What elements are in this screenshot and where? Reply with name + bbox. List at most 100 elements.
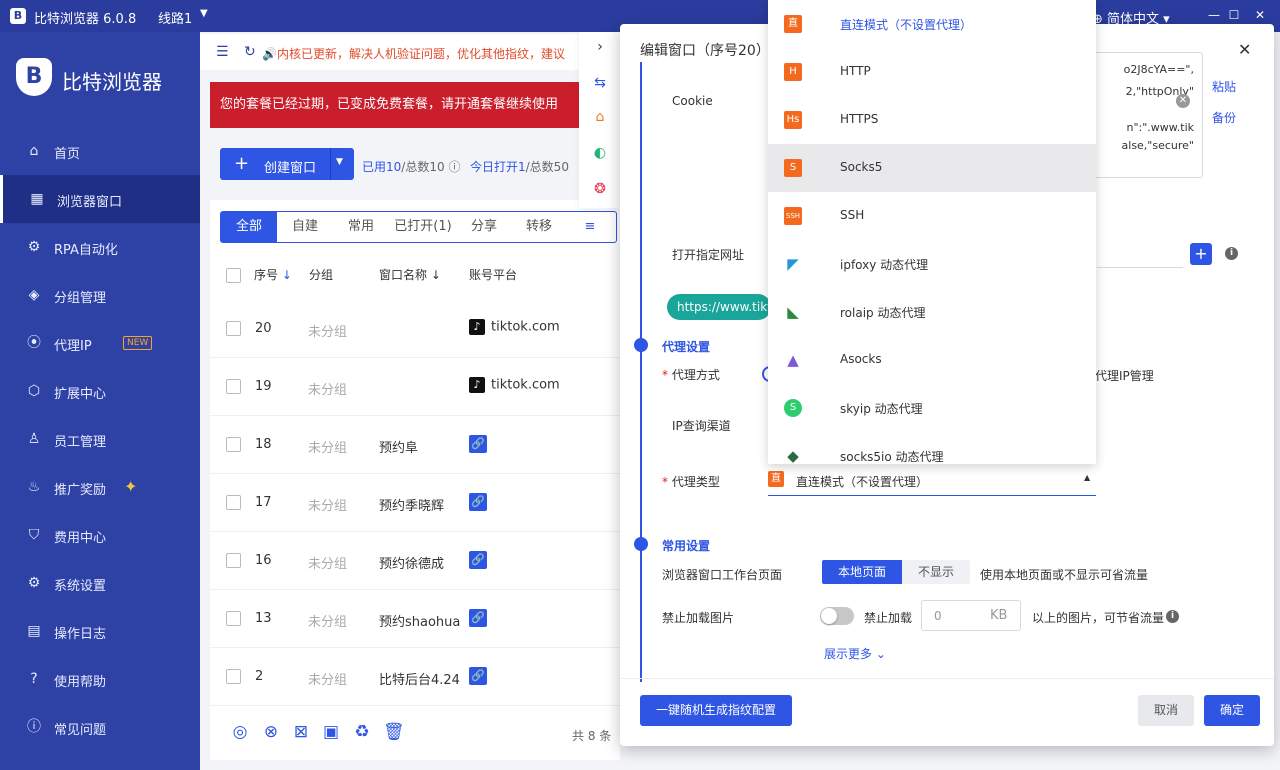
sidebar-item-proxy-ip[interactable]: ⦿ 代理IP NEW (0, 319, 200, 367)
sidebar-item-rewards[interactable]: ♨ 推广奖励 ✦ (0, 463, 200, 511)
sync-window-icon[interactable]: ⇆ (591, 74, 609, 92)
row-checkbox[interactable] (226, 379, 241, 394)
sidebar-item-staff[interactable]: ♙ 员工管理 (0, 415, 200, 463)
used-total: /总数10 (401, 160, 445, 174)
table-row[interactable]: 13 未分组 预约shaohua 🔗 (210, 590, 620, 648)
ip-management-link[interactable]: 代理IP管理 (1095, 367, 1154, 384)
table-row[interactable]: 16 未分组 预约徐德成 🔗 (210, 532, 620, 590)
option-skyip[interactable]: Sskyip 动态代理 (768, 384, 1096, 432)
line-selector[interactable]: 线路1 (158, 8, 192, 27)
option-asocks[interactable]: ▲ Asocks (768, 336, 1096, 384)
select-all-checkbox[interactable] (226, 268, 241, 283)
toggle-icon[interactable]: ◐ (591, 144, 609, 162)
sidebar-item-extensions[interactable]: ⬡ 扩展中心 (0, 367, 200, 415)
column-header-name[interactable]: 窗口名称 ↓ (379, 266, 441, 283)
row-checkbox[interactable] (226, 669, 241, 684)
cancel-button[interactable]: 取消 (1138, 695, 1194, 726)
table-row[interactable]: 18 未分组 预约阜 🔗 (210, 416, 620, 474)
proxy-mode-label: * 代理方式 (662, 368, 720, 382)
link-icon[interactable]: 🔗 (469, 609, 487, 627)
show-more-link[interactable]: 展示更多 ⌄ (824, 645, 886, 662)
maximize-icon[interactable]: ☐ (1226, 7, 1242, 23)
block-images-toggle[interactable] (820, 607, 854, 625)
sidebar-item-rpa[interactable]: ⚙ RPA自动化 (0, 223, 200, 271)
https-icon: Hs (784, 111, 802, 129)
sort-icon[interactable]: ≡ (567, 212, 613, 242)
trash-icon[interactable]: 🗑 (383, 722, 405, 742)
option-label: 直连模式（不设置代理） (840, 18, 973, 32)
clear-icon[interactable]: ✕ (1176, 94, 1190, 108)
link-icon[interactable]: 🔗 (469, 667, 487, 685)
generate-fingerprint-button[interactable]: 一键随机生成指纹配置 (640, 695, 792, 726)
tab-all[interactable]: 全部 (221, 212, 277, 242)
sidebar-item-help[interactable]: ? 使用帮助 (0, 655, 200, 703)
tab-common[interactable]: 常用 (333, 212, 389, 242)
column-header-number[interactable]: 序号 ↓ (254, 266, 292, 283)
tab-transfer[interactable]: 转移 (511, 212, 567, 242)
sidebar-item-browser-windows[interactable]: ▦ 浏览器窗口 (0, 175, 200, 223)
row-checkbox[interactable] (226, 553, 241, 568)
confirm-button[interactable]: 确定 (1204, 695, 1260, 726)
refresh-icon[interactable]: ↻ (244, 44, 256, 60)
sidebar-item-faq[interactable]: ⓘ 常见问题 (0, 703, 200, 751)
sidebar-item-logs[interactable]: ▤ 操作日志 (0, 607, 200, 655)
tab-shared[interactable]: 分享 (457, 212, 511, 242)
chevron-down-icon[interactable]: ▼ (336, 157, 343, 167)
fingerprint-icon[interactable]: ❂ (591, 180, 609, 198)
window-icon[interactable]: ▣ (321, 722, 341, 742)
table-row[interactable]: 17 未分组 预约季晓辉 🔗 (210, 474, 620, 532)
paste-link[interactable]: 粘贴 (1212, 78, 1236, 95)
row-checkbox[interactable] (226, 495, 241, 510)
link-icon[interactable]: 🔗 (469, 435, 487, 453)
minimize-icon[interactable]: — (1206, 7, 1222, 23)
option-ssh[interactable]: SSH SSH (768, 192, 1096, 240)
proxy-type-select[interactable]: 直 直连模式（不设置代理） ▲ (768, 468, 1096, 496)
option-socks5[interactable]: S Socks5 (768, 144, 1096, 192)
option-socks5io[interactable]: ◆ socks5io 动态代理 (768, 432, 1096, 464)
row-checkbox[interactable] (226, 437, 241, 452)
chevron-down-icon[interactable]: ▼ (200, 8, 208, 19)
table-row[interactable]: 20 未分组 ♪ tiktok.com (210, 300, 620, 358)
workbench-local-option[interactable]: 本地页面 (822, 560, 902, 584)
close-window-icon[interactable]: ✕ (1252, 7, 1268, 23)
link-icon[interactable]: 🔗 (469, 551, 487, 569)
option-rolaip[interactable]: ◣ rolaip 动态代理 (768, 288, 1096, 336)
close-circle-icon[interactable]: ⊗ (261, 722, 281, 742)
trash-restore-icon[interactable]: ♻ (352, 722, 372, 742)
cookie-textarea[interactable]: o2J8cYA==", 2,"httpOnly" n":".www.tik al… (1085, 52, 1203, 178)
sidebar-item-label: 使用帮助 (54, 675, 107, 690)
sidebar-item-home[interactable]: ⌂ 首页 (0, 127, 200, 175)
close-square-icon[interactable]: ⊠ (291, 722, 311, 742)
sidebar-item-groups[interactable]: ◈ 分组管理 (0, 271, 200, 319)
ip-icon[interactable]: ⌂ (591, 108, 609, 126)
option-direct[interactable]: 直 直连模式（不设置代理） (768, 0, 1096, 48)
row-checkbox[interactable] (226, 321, 241, 336)
link-icon[interactable]: 🔗 (469, 493, 487, 511)
section-dot (634, 338, 648, 352)
tab-self-built[interactable]: 自建 (277, 212, 333, 242)
tab-opened[interactable]: 已打开(1) (389, 212, 457, 242)
chevron-right-icon[interactable]: › (591, 38, 609, 56)
image-size-input[interactable]: 0 KB (921, 600, 1021, 631)
table-row[interactable]: 19 未分组 ♪ tiktok.com (210, 358, 620, 416)
add-url-button[interactable]: + (1190, 243, 1212, 265)
backup-link[interactable]: 备份 (1212, 109, 1236, 126)
sparkle-icon: ✦ (124, 477, 138, 496)
row-checkbox[interactable] (226, 611, 241, 626)
proxy-type-label: * 代理类型 (662, 475, 720, 489)
url-chip[interactable]: https://www.tikt (667, 294, 771, 320)
option-ipfoxy[interactable]: ◤ ipfoxy 动态代理 (768, 240, 1096, 288)
create-window-button[interactable]: + 创建窗口 ▼ (220, 148, 354, 180)
sidebar-item-label: 扩展中心 (54, 387, 107, 402)
workbench-hide-option[interactable]: 不显示 (902, 560, 970, 584)
chrome-icon[interactable]: ◎ (230, 722, 250, 742)
cube-icon: ◈ (28, 287, 40, 303)
url-input[interactable] (1097, 242, 1183, 268)
sidebar-item-billing[interactable]: ⛉ 费用中心 (0, 511, 200, 559)
collapse-menu-icon[interactable]: ☰ (216, 44, 229, 60)
close-icon[interactable]: ✕ (1238, 40, 1251, 59)
option-http[interactable]: H HTTP (768, 48, 1096, 96)
table-row[interactable]: 2 未分组 比特后台4.24 🔗 (210, 648, 620, 706)
option-https[interactable]: Hs HTTPS (768, 96, 1096, 144)
sidebar-item-settings[interactable]: ⚙ 系统设置 (0, 559, 200, 607)
